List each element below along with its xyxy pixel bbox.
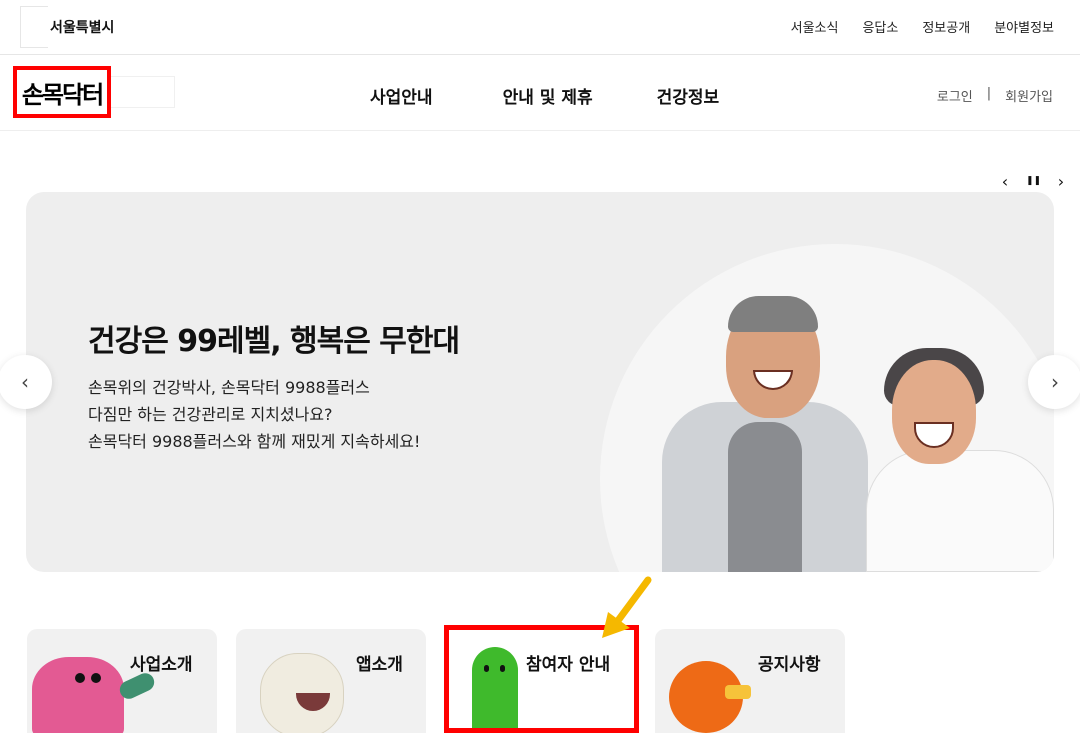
hero-banner[interactable]: 건강은 99레벨, 행복은 무한대 손목위의 건강박사, 손목닥터 9988플러…: [26, 192, 1054, 572]
man-shirt: [728, 422, 802, 572]
man-hair: [728, 296, 818, 332]
top-links: 서울소식 응답소 정보공개 분야별정보: [791, 17, 1054, 36]
hero-title: 건강은 99레벨, 행복은 무한대: [88, 324, 460, 359]
hero-line-1: 손목위의 건강박사, 손목닥터 9988플러스: [88, 378, 370, 397]
city-name[interactable]: 서울특별시: [50, 17, 114, 37]
woman-body: [866, 450, 1054, 572]
chevron-right-icon[interactable]: ›: [1054, 172, 1068, 191]
pause-icon[interactable]: ❚❚: [1026, 172, 1041, 191]
main-nav: 손목닥터 사업안내 안내 및 제휴 건강정보 로그인 | 회원가입: [0, 55, 1080, 131]
logo[interactable]: 손목닥터: [13, 66, 111, 118]
top-link-news[interactable]: 서울소식: [791, 17, 839, 36]
top-link-field-info[interactable]: 분야별정보: [994, 17, 1054, 36]
logo-text: 손목닥터: [21, 80, 104, 109]
menu-guide-partnership[interactable]: 안내 및 제휴: [503, 83, 593, 108]
main-menu: 사업안내 안내 및 제휴 건강정보: [370, 83, 719, 108]
hero-line-2: 다짐만 하는 건강관리로 지치셨나요?: [88, 405, 333, 424]
pink-monster-eye: [91, 673, 101, 683]
card-business-intro[interactable]: 사업소개: [27, 629, 217, 733]
hero-next-button[interactable]: ›: [1028, 355, 1080, 409]
hero-line-3: 손목닥터 9988플러스와 함께 재밌게 지속하세요!: [88, 432, 421, 451]
top-link-response[interactable]: 응답소: [862, 17, 898, 36]
slider-controls: ‹ ❚❚ ›: [998, 172, 1068, 191]
pointer-arrow-icon: [602, 576, 652, 638]
chevron-right-icon: ›: [1051, 370, 1059, 394]
card-label: 공지사항: [758, 655, 821, 675]
top-bar: 서울특별시 서울소식 응답소 정보공개 분야별정보: [0, 0, 1080, 55]
card-label: 사업소개: [130, 655, 193, 675]
login-link[interactable]: 로그인: [937, 86, 973, 105]
pink-monster-eye: [75, 673, 85, 683]
chevron-left-icon: ‹: [21, 370, 29, 394]
auth-links: 로그인 | 회원가입: [937, 86, 1053, 105]
card-app-intro[interactable]: 앱소개: [236, 629, 426, 733]
chevron-left-icon[interactable]: ‹: [998, 172, 1012, 191]
orange-bird-beak: [725, 685, 751, 699]
city-emblem[interactable]: [20, 6, 48, 48]
menu-business-info[interactable]: 사업안내: [370, 83, 433, 108]
top-link-info-disclosure[interactable]: 정보공개: [922, 17, 970, 36]
logo-extension: [111, 76, 175, 108]
pink-monster-icon: [32, 657, 124, 733]
hero-prev-button[interactable]: ‹: [0, 355, 52, 409]
card-notices[interactable]: 공지사항: [655, 629, 845, 733]
menu-health-info[interactable]: 건강정보: [657, 83, 720, 108]
auth-separator: |: [986, 86, 992, 101]
card-label: 앱소개: [356, 655, 403, 675]
woman-head: [892, 360, 976, 464]
signup-link[interactable]: 회원가입: [1005, 86, 1053, 105]
